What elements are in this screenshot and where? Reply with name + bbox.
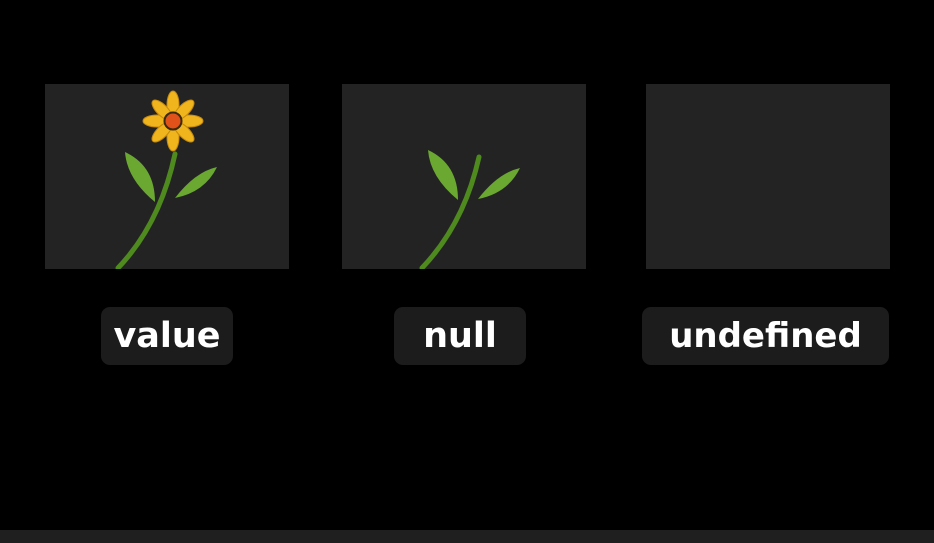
flower-icon xyxy=(115,90,217,269)
bottom-bar xyxy=(0,530,934,543)
value-label: value xyxy=(101,307,233,365)
null-panel xyxy=(342,84,586,269)
undefined-label: undefined xyxy=(642,307,889,365)
stem-icon xyxy=(419,150,520,269)
value-panel xyxy=(45,84,289,269)
null-label: null xyxy=(394,307,526,365)
undefined-panel xyxy=(646,84,890,269)
